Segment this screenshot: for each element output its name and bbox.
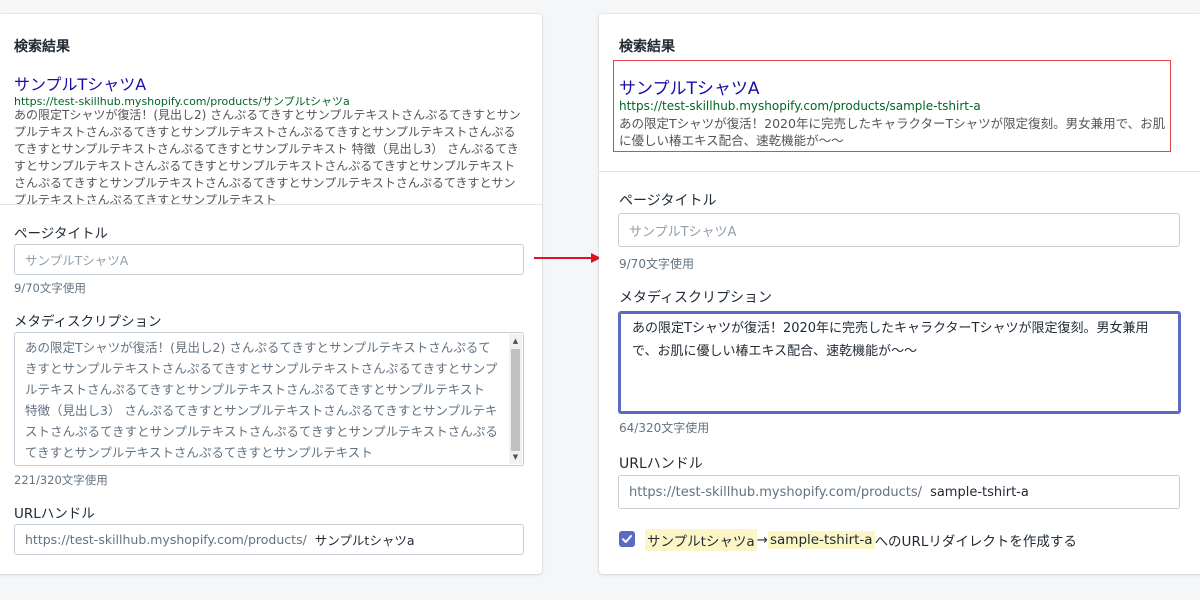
annotation-arrow-line (534, 257, 592, 259)
page-title-input[interactable]: サンプルTシャツA (618, 213, 1180, 247)
meta-description-textarea[interactable]: あの限定Tシャツが復活！2020年に完売したキャラクターTシャツが限定復刻。男女… (618, 311, 1181, 414)
page-title-label: ページタイトル (14, 226, 108, 242)
url-handle-label: URLハンドル (619, 456, 703, 472)
search-preview-title: サンプルTシャツA (14, 75, 147, 94)
url-handle-value: サンプルtシャツa (314, 533, 415, 548)
page-title-char-count: 9/70文字使用 (14, 281, 86, 295)
redirect-from-handle: サンプルtシャツa (645, 529, 757, 551)
meta-description-char-count: 64/320文字使用 (619, 421, 710, 435)
search-preview-description: あの限定Tシャツが復活！2020年に完売したキャラクターTシャツが限定復刻。男女… (619, 116, 1166, 148)
search-preview-url: https://test-skillhub.myshopify.com/prod… (619, 99, 981, 113)
url-handle-input[interactable]: https://test-skillhub.myshopify.com/prod… (14, 524, 524, 555)
page-title-placeholder: サンプルTシャツA (629, 224, 737, 240)
divider (599, 171, 1200, 172)
meta-description-value: あの限定Tシャツが復活！2020年に完売したキャラクターTシャツが限定復刻。男女… (632, 321, 1149, 359)
redirect-checkbox-label[interactable]: サンプルtシャツa → sample-tshirt-a へのURLリダイレクトを… (645, 529, 1077, 551)
redirect-arrow: → (756, 532, 768, 548)
seo-card-before: 検索結果 サンプルTシャツA https://test-skillhub.mys… (0, 14, 542, 574)
scroll-up-icon[interactable]: ▲ (511, 335, 520, 347)
page-title-char-count: 9/70文字使用 (619, 257, 694, 271)
url-handle-input[interactable]: https://test-skillhub.myshopify.com/prod… (618, 475, 1180, 509)
scrollbar-thumb[interactable] (511, 349, 520, 451)
redirect-checkbox[interactable] (619, 531, 635, 547)
page-title-label: ページタイトル (619, 193, 717, 209)
page-title-input[interactable]: サンプルTシャツA (14, 244, 524, 275)
search-preview-description: あの限定Tシャツが復活！(見出し2) さんぷるてきすとサンプルテキストさんぷるて… (14, 108, 521, 207)
textarea-scrollbar[interactable]: ▲ ▼ (509, 334, 522, 464)
redirect-label-suffix: へのURLリダイレクトを作成する (874, 534, 1077, 550)
scroll-down-icon[interactable]: ▼ (511, 451, 520, 463)
meta-description-label: メタディスクリプション (14, 314, 162, 330)
seo-card-after: 検索結果 サンプルTシャツA https://test-skillhub.mys… (599, 14, 1200, 574)
search-preview-title: サンプルTシャツA (619, 79, 760, 99)
meta-description-textarea[interactable]: あの限定Tシャツが復活！(見出し2) さんぷるてきすとサンプルテキストさんぷるて… (14, 332, 524, 466)
meta-description-char-count: 221/320文字使用 (14, 473, 108, 487)
redirect-to-handle: sample-tshirt-a (767, 531, 875, 549)
url-handle-label: URLハンドル (14, 506, 95, 522)
url-handle-value: sample-tshirt-a (930, 484, 1029, 500)
meta-description-value: あの限定Tシャツが復活！(見出し2) さんぷるてきすとサンプルテキストさんぷるて… (25, 340, 498, 460)
divider (0, 204, 542, 205)
url-prefix: https://test-skillhub.myshopify.com/prod… (629, 484, 923, 500)
checkmark-icon (622, 535, 632, 543)
search-results-heading: 検索結果 (14, 39, 70, 55)
url-prefix: https://test-skillhub.myshopify.com/prod… (25, 532, 307, 547)
meta-description-label: メタディスクリプション (619, 290, 773, 306)
page-title-value: サンプルTシャツA (25, 253, 129, 268)
search-results-heading: 検索結果 (619, 39, 675, 55)
